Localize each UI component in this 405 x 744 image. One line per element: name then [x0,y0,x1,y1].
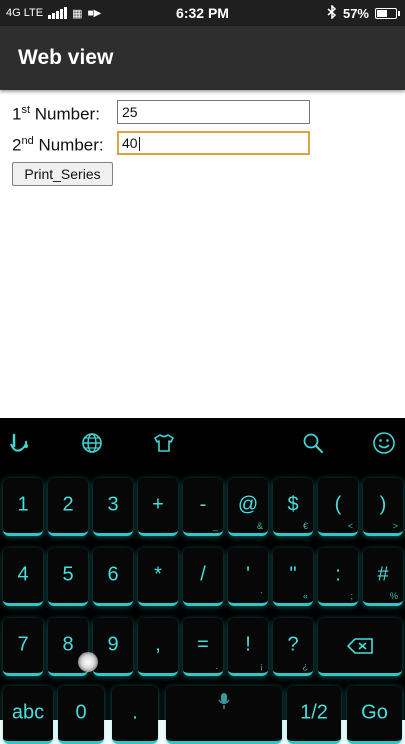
key-4[interactable]: 4 [3,548,43,606]
key-minus[interactable]: - _ [183,478,223,536]
key-right-paren[interactable]: ) > [363,478,403,536]
emoji-icon[interactable] [369,428,399,458]
key-period[interactable]: . [112,686,158,744]
key-comma[interactable]: , [138,618,178,676]
key-label: ! [245,632,251,655]
status-bar: 4G LTE ▦ ■▶ 6:32 PM 57% [0,0,405,26]
key-go[interactable]: Go [347,686,402,744]
key-7[interactable]: 7 [3,618,43,676]
key-label: $ [287,492,299,515]
print-series-button[interactable]: Print_Series [12,162,113,186]
battery-percent: 57% [342,5,369,21]
key-label: 2 [62,492,74,515]
key-9[interactable]: 9 [93,618,133,676]
key-secondary-label: . [215,661,218,671]
key-apostrophe[interactable]: ' ` [228,548,268,606]
globe-icon[interactable] [77,428,107,458]
key-colon[interactable]: :; [318,548,358,606]
app-title: Web view [18,46,114,69]
key-asterisk[interactable]: * [138,548,178,606]
key-hash[interactable]: #% [363,548,403,606]
key-secondary-label: € [302,521,308,531]
key-symbols-page[interactable]: 1/2 [287,686,341,744]
key-label: @ [237,492,259,515]
keyboard: 1 2 3 + - _ @ & $ €(<) >4 5 6 * / ' ` " «:; #% 7 8 9, =.! ¡? ¿ abc… [0,418,405,744]
key-secondary-label: ¡ [260,661,263,671]
key-quote[interactable]: " « [273,548,313,606]
key-label: 5 [62,562,74,585]
first-number-label: 1st Number: [12,104,100,124]
key-label: : [335,562,341,585]
key-secondary-label: _ [212,521,218,531]
search-icon[interactable] [298,428,328,458]
bluetooth-icon [327,3,337,22]
text-caret [138,137,140,152]
microphone-icon [166,686,282,741]
key-label: = [197,632,209,655]
second-number-label: 2nd Number: [12,135,104,155]
key-label: . [132,700,138,723]
key-5[interactable]: 5 [48,548,88,606]
key-6[interactable]: 6 [93,548,133,606]
key-equals[interactable]: =. [183,618,223,676]
key-plus[interactable]: + [138,478,178,536]
tshirt-icon[interactable] [149,428,179,458]
key-question[interactable]: ? ¿ [273,618,313,676]
key-secondary-label: ` [260,591,263,601]
key-dollar[interactable]: $ € [273,478,313,536]
battery-icon [375,7,400,19]
key-label: " [289,562,297,585]
key-secondary-label: « [302,591,308,601]
swype-icon[interactable] [4,428,34,458]
touch-indicator [78,652,98,672]
key-secondary-label: & [256,521,263,531]
key-secondary-label: < [347,521,353,531]
key-left-paren[interactable]: (< [318,478,358,536]
backspace-key[interactable] [318,618,402,676]
key-label: * [154,562,162,585]
key-label: 1/2 [300,700,328,723]
key-at[interactable]: @ & [228,478,268,536]
backspace-icon [318,618,402,673]
key-label: - [199,492,207,515]
key-secondary-label: > [392,521,398,531]
key-exclamation[interactable]: ! ¡ [228,618,268,676]
key-1[interactable]: 1 [3,478,43,536]
key-label: 0 [75,700,87,723]
status-right: 57% [327,0,400,26]
key-label: ) [379,492,387,515]
app-bar: Web view [0,26,405,90]
second-number-input[interactable]: 40 [117,131,310,155]
key-label: ( [334,492,342,515]
key-abc[interactable]: abc [3,686,53,744]
key-label: + [152,492,164,515]
key-label: , [155,632,161,655]
key-slash[interactable]: / [183,548,223,606]
key-label: 4 [17,562,29,585]
key-0[interactable]: 0 [58,686,104,744]
key-label: 3 [107,492,119,515]
key-2[interactable]: 2 [48,478,88,536]
key-label: # [377,562,389,585]
key-label: 6 [107,562,119,585]
keyboard-toolbar [0,418,405,468]
first-number-input[interactable]: 25 [117,100,310,124]
key-label: / [200,562,206,585]
key-secondary-label: ; [350,591,353,601]
key-label: 1 [17,492,29,515]
key-secondary-label: % [389,591,398,601]
key-label: abc [11,700,45,723]
key-secondary-label: ¿ [302,661,309,671]
space-key[interactable] [166,686,282,744]
key-label: 7 [17,632,29,655]
key-label: 9 [107,632,119,655]
key-label: ' [246,562,250,585]
key-label: Go [361,700,388,723]
key-3[interactable]: 3 [93,478,133,536]
key-label: ? [287,632,299,655]
